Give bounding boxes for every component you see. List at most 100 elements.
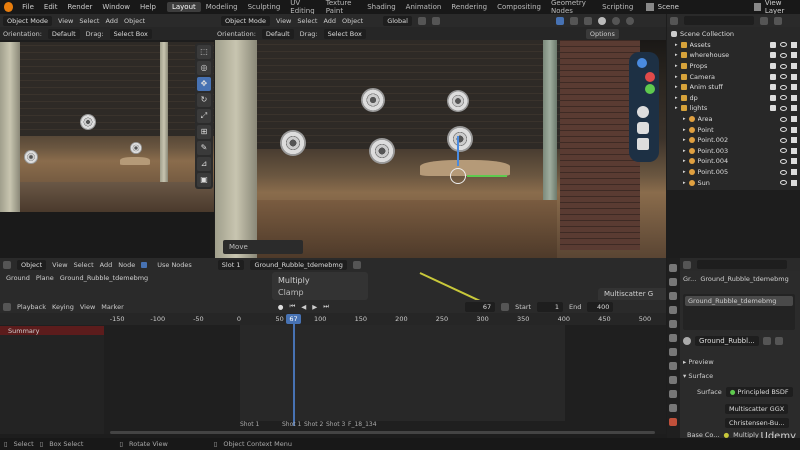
render-camera-icon[interactable] bbox=[791, 116, 797, 123]
timeline-menu-playback[interactable]: Playback bbox=[17, 303, 46, 311]
main-menu-object[interactable]: Object bbox=[342, 17, 363, 25]
outliner-item[interactable]: ▸ Point.002 bbox=[667, 135, 800, 146]
render-camera-icon[interactable] bbox=[791, 84, 797, 91]
material-slot-item[interactable]: Ground_Rubble_tdemebmg bbox=[685, 296, 793, 306]
transform-orientation-dropdown[interactable]: Global bbox=[383, 15, 412, 26]
outliner-item[interactable]: ▸ Point bbox=[667, 124, 800, 135]
jump-start-icon[interactable]: ⏮ bbox=[289, 302, 295, 311]
outliner-type-icon[interactable] bbox=[670, 16, 678, 25]
render-camera-icon[interactable] bbox=[791, 63, 797, 70]
timeline-menu-keying[interactable]: Keying bbox=[52, 303, 74, 311]
scene-tab-icon[interactable] bbox=[669, 306, 677, 314]
eye-icon[interactable] bbox=[780, 158, 787, 164]
axis-x-icon[interactable] bbox=[645, 72, 655, 82]
record-icon[interactable]: ● bbox=[278, 303, 284, 311]
render-camera-icon[interactable] bbox=[791, 126, 797, 133]
frame-ruler[interactable]: -150 -100 -50 0 50 100 150 200 250 300 350 400 450 50… bbox=[0, 313, 666, 325]
preview-section[interactable]: ▸ Preview bbox=[683, 358, 714, 366]
measure-tool-icon[interactable]: ⊿ bbox=[197, 157, 211, 171]
outliner-search-input[interactable] bbox=[684, 16, 754, 25]
preview-range-icon[interactable] bbox=[501, 302, 510, 311]
exclude-checkbox[interactable] bbox=[770, 73, 776, 80]
left-orientation-dropdown[interactable]: Default bbox=[47, 28, 80, 39]
eye-icon[interactable] bbox=[780, 63, 787, 69]
expand-arrow-icon[interactable]: ▸ bbox=[675, 95, 678, 101]
properties-search-input[interactable] bbox=[697, 260, 787, 269]
overlay-toggle-icon[interactable] bbox=[569, 16, 578, 25]
left-menu-object[interactable]: Object bbox=[124, 17, 145, 25]
timeline-menu-marker[interactable]: Marker bbox=[101, 303, 123, 311]
render-camera-icon[interactable] bbox=[791, 147, 797, 154]
eye-icon[interactable] bbox=[780, 127, 787, 133]
exclude-checkbox[interactable] bbox=[770, 63, 776, 70]
menu-window[interactable]: Window bbox=[97, 3, 135, 11]
move-tool-icon[interactable]: ✥ bbox=[197, 77, 211, 91]
exclude-checkbox[interactable] bbox=[770, 41, 776, 48]
exclude-checkbox[interactable] bbox=[770, 52, 776, 59]
object-dropdown[interactable]: Object bbox=[17, 259, 47, 270]
outliner-item[interactable]: ▸ Sun bbox=[667, 177, 800, 188]
left-drag-dropdown[interactable]: Select Box bbox=[109, 28, 152, 39]
breadcrumb-plane[interactable]: Plane bbox=[36, 274, 54, 282]
axis-y-icon[interactable] bbox=[637, 58, 647, 68]
zoom-icon[interactable] bbox=[637, 106, 649, 118]
scale-tool-icon[interactable]: ⤢ bbox=[197, 109, 211, 123]
pan-hand-icon[interactable] bbox=[637, 122, 649, 134]
filter-icon[interactable] bbox=[760, 16, 768, 25]
object-tab-icon[interactable] bbox=[669, 334, 677, 342]
copy-material-icon[interactable] bbox=[762, 337, 771, 345]
expand-arrow-icon[interactable]: ▸ bbox=[675, 63, 678, 69]
exclude-checkbox[interactable] bbox=[770, 94, 776, 101]
select-box-tool-icon[interactable]: ⬚ bbox=[197, 45, 211, 59]
current-frame-field[interactable]: 67 bbox=[465, 301, 496, 312]
expand-arrow-icon[interactable]: ▸ bbox=[683, 127, 686, 133]
eye-icon[interactable] bbox=[780, 84, 787, 90]
snap-icon[interactable] bbox=[417, 16, 426, 25]
subsurface-method-dropdown[interactable]: Christensen-Bu... bbox=[725, 418, 789, 428]
outliner-item[interactable]: ▸ wherehouse bbox=[667, 50, 800, 61]
expand-arrow-icon[interactable]: ▸ bbox=[683, 169, 686, 175]
blender-logo-icon[interactable] bbox=[4, 2, 14, 12]
scene-name[interactable]: Scene bbox=[658, 3, 704, 11]
transform-tool-icon[interactable]: ⊞ bbox=[197, 125, 211, 139]
pin-icon[interactable] bbox=[352, 260, 361, 269]
left-camera-view[interactable] bbox=[0, 42, 214, 212]
move-gizmo-circle[interactable] bbox=[450, 168, 466, 184]
annotate-tool-icon[interactable]: ✎ bbox=[197, 141, 211, 155]
distribution-dropdown[interactable]: Multiscatter GGX bbox=[725, 404, 789, 414]
marker-f18[interactable]: F_18_134 bbox=[348, 421, 377, 428]
view-layer-icon[interactable] bbox=[753, 3, 761, 11]
render-camera-icon[interactable] bbox=[791, 52, 797, 59]
start-frame-field[interactable]: 1 bbox=[537, 301, 564, 312]
workspace-tab-modeling[interactable]: Modeling bbox=[201, 2, 243, 12]
surface-section[interactable]: ▾ Surface bbox=[683, 372, 713, 380]
shading-rendered-icon[interactable] bbox=[625, 16, 634, 25]
breadcrumb-ground[interactable]: Ground bbox=[6, 274, 30, 282]
marker-shot-1[interactable]: Shot 1 bbox=[240, 421, 259, 428]
outliner-item[interactable]: ▸ Point.004 bbox=[667, 156, 800, 167]
left-menu-add[interactable]: Add bbox=[105, 17, 118, 25]
main-menu-select[interactable]: Select bbox=[297, 17, 317, 25]
main-mode-dropdown[interactable]: Object Mode bbox=[221, 15, 270, 26]
playhead-frame-badge[interactable]: 67 bbox=[286, 314, 301, 324]
menu-edit[interactable]: Edit bbox=[39, 3, 63, 11]
expand-arrow-icon[interactable]: ▸ bbox=[683, 137, 686, 143]
material-datablock-field[interactable]: Ground_Rubbl... bbox=[695, 336, 759, 346]
view-layer-name[interactable]: View Layer bbox=[765, 0, 800, 15]
outliner-item[interactable]: ▸ Camera bbox=[667, 71, 800, 82]
menu-help[interactable]: Help bbox=[135, 3, 161, 11]
expand-arrow-icon[interactable]: ▸ bbox=[675, 84, 678, 90]
jump-end-icon[interactable]: ⏭ bbox=[323, 302, 329, 311]
timeline-scrollbar[interactable] bbox=[110, 431, 655, 434]
workspace-tab-rendering[interactable]: Rendering bbox=[446, 2, 492, 12]
main-menu-add[interactable]: Add bbox=[323, 17, 336, 25]
expand-arrow-icon[interactable]: ▸ bbox=[683, 180, 686, 186]
multiscatter-node[interactable]: Multiscatter G bbox=[598, 288, 666, 300]
new-collection-icon[interactable] bbox=[774, 16, 782, 25]
eye-icon[interactable] bbox=[780, 42, 787, 48]
move-operator-panel[interactable]: Move bbox=[223, 240, 303, 254]
scene-collection-row[interactable]: Scene Collection bbox=[667, 29, 800, 40]
eye-icon[interactable] bbox=[780, 74, 787, 80]
outliner-item[interactable]: ▸ Props bbox=[667, 61, 800, 72]
render-tab-icon[interactable] bbox=[669, 278, 677, 286]
